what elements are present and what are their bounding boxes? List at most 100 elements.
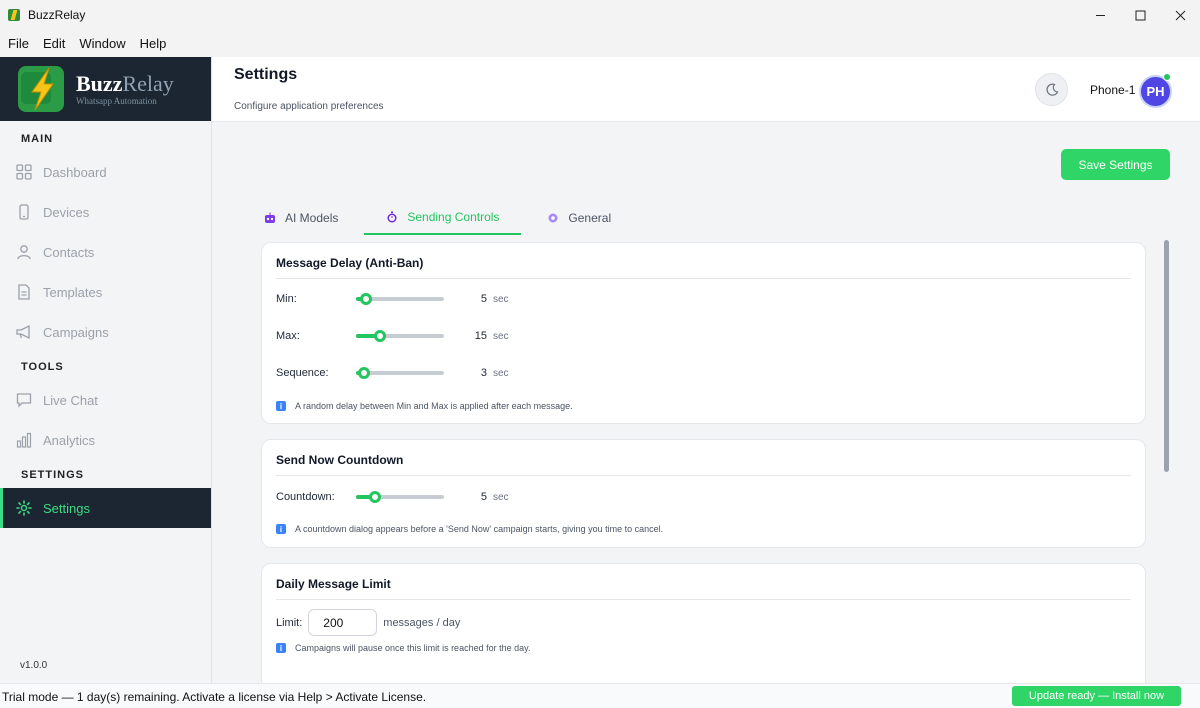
sidebar-item-label: Analytics — [43, 432, 96, 448]
info-icon: i — [276, 401, 286, 411]
info-text: A countdown dialog appears before a 'Sen… — [295, 524, 664, 534]
gear-icon — [547, 212, 559, 224]
card-title: Message Delay (Anti-Ban) — [276, 256, 424, 270]
tab-label: General — [568, 211, 612, 225]
brand-name: BuzzRelay — [76, 70, 174, 96]
stopwatch-icon — [386, 211, 398, 223]
delay-max-label: Max: — [276, 330, 300, 342]
active-device-name[interactable]: Phone-1 — [1090, 83, 1135, 97]
delay-min-slider[interactable] — [356, 289, 444, 309]
countdown-value: 5 — [480, 491, 487, 503]
chat-icon — [16, 392, 32, 408]
daily-limit-card: Daily Message Limit Limit: 200 messages … — [261, 563, 1146, 683]
info-icon: i — [276, 524, 286, 534]
brand-name-part1: Buzz — [76, 70, 123, 96]
delay-min-label: Min: — [276, 293, 297, 305]
trial-status-text: Trial mode — 1 day(s) remaining. Activat… — [2, 690, 427, 704]
delay-sequence-unit: sec — [493, 367, 509, 379]
menu-help[interactable]: Help — [140, 36, 167, 51]
message-delay-card: Message Delay (Anti-Ban) Min: 5 sec Max:… — [261, 242, 1146, 424]
delay-info: i A random delay between Min and Max is … — [276, 399, 573, 413]
countdown-slider[interactable] — [356, 487, 444, 507]
sidebar-item-label: Dashboard — [43, 164, 107, 180]
grid-icon — [16, 164, 32, 180]
title-bar: BuzzRelay — [0, 0, 1200, 30]
megaphone-icon — [16, 324, 32, 340]
slider-thumb[interactable] — [360, 293, 372, 305]
countdown-label: Countdown: — [276, 491, 335, 503]
close-icon — [1175, 10, 1185, 20]
delay-sequence-label: Sequence: — [276, 367, 329, 379]
install-update-button[interactable]: Update ready — Install now — [1012, 686, 1181, 706]
document-icon — [16, 284, 32, 300]
delay-min-row: Min: 5 sec — [276, 289, 509, 309]
page-subtitle: Configure application preferences — [234, 101, 384, 112]
close-button[interactable] — [1160, 0, 1200, 30]
sidebar: BuzzRelay Whatsapp Automation MAIN Dashb… — [0, 57, 212, 683]
slider-thumb[interactable] — [369, 491, 381, 503]
bar-chart-icon — [16, 432, 32, 448]
sidebar-item-devices[interactable]: Devices — [0, 192, 211, 232]
menu-edit[interactable]: Edit — [43, 36, 65, 51]
sidebar-item-campaigns[interactable]: Campaigns — [0, 312, 211, 352]
countdown-card: Send Now Countdown Countdown: 5 sec i A … — [261, 439, 1146, 548]
card-title: Send Now Countdown — [276, 453, 404, 467]
user-icon — [16, 244, 32, 260]
slider-thumb[interactable] — [374, 330, 386, 342]
main-content: Save Settings AI Models Sending Controls… — [212, 122, 1200, 683]
card-divider — [276, 599, 1131, 600]
page-title: Settings — [234, 66, 298, 83]
delay-sequence-row: Sequence: 3 sec — [276, 363, 509, 383]
maximize-icon — [1135, 10, 1145, 20]
maximize-button[interactable] — [1120, 0, 1160, 30]
delay-min-value: 5 — [480, 293, 487, 305]
app-version: v1.0.0 — [20, 660, 48, 671]
content-scrollbar[interactable] — [1164, 240, 1169, 472]
theme-toggle-button[interactable] — [1035, 73, 1068, 106]
menu-file[interactable]: File — [8, 36, 29, 51]
tab-sending-controls[interactable]: Sending Controls — [364, 201, 522, 235]
brand-text: BuzzRelay Whatsapp Automation — [76, 70, 174, 106]
card-divider — [276, 475, 1131, 476]
sidebar-item-templates[interactable]: Templates — [0, 272, 211, 312]
daily-limit-label: Limit: — [276, 616, 303, 629]
menu-bar: File Edit Window Help — [0, 30, 1200, 57]
section-label-settings: SETTINGS — [21, 469, 85, 481]
phone-icon — [16, 204, 32, 220]
sidebar-item-label: Contacts — [43, 244, 95, 260]
countdown-row: Countdown: 5 sec — [276, 487, 509, 507]
delay-max-unit: sec — [493, 330, 509, 342]
minimize-icon — [1095, 14, 1105, 16]
tab-label: AI Models — [285, 211, 339, 225]
info-text: Campaigns will pause once this limit is … — [295, 643, 531, 653]
moon-icon — [1045, 83, 1058, 96]
tab-label: Sending Controls — [407, 210, 500, 224]
delay-sequence-slider[interactable] — [356, 363, 444, 383]
delay-max-slider[interactable] — [356, 326, 444, 346]
daily-limit-row: Limit: 200 messages / day — [276, 609, 460, 636]
slider-thumb[interactable] — [358, 367, 370, 379]
save-settings-button[interactable]: Save Settings — [1061, 149, 1170, 180]
delay-max-row: Max: 15 sec — [276, 326, 509, 346]
daily-limit-unit: messages / day — [383, 616, 461, 629]
delay-min-unit: sec — [493, 293, 509, 305]
card-divider — [276, 278, 1131, 279]
countdown-unit: sec — [493, 491, 509, 503]
sidebar-item-live-chat[interactable]: Live Chat — [0, 380, 211, 420]
page-header: Settings Configure application preferenc… — [212, 57, 1200, 122]
sidebar-item-contacts[interactable]: Contacts — [0, 232, 211, 272]
sidebar-item-label: Campaigns — [43, 324, 109, 340]
sidebar-item-settings[interactable]: Settings — [0, 488, 211, 528]
lightning-logo-icon — [18, 66, 64, 112]
menu-window[interactable]: Window — [79, 36, 125, 51]
sidebar-item-analytics[interactable]: Analytics — [0, 420, 211, 460]
tab-ai-models[interactable]: AI Models — [252, 201, 350, 235]
window-title: BuzzRelay — [28, 8, 86, 22]
sidebar-item-dashboard[interactable]: Dashboard — [0, 152, 211, 192]
sidebar-item-label: Live Chat — [43, 392, 98, 408]
minimize-button[interactable] — [1080, 0, 1120, 30]
tab-general[interactable]: General — [535, 201, 623, 235]
daily-limit-input[interactable]: 200 — [308, 609, 378, 636]
delay-max-value: 15 — [474, 330, 487, 342]
window-controls — [1080, 0, 1200, 30]
